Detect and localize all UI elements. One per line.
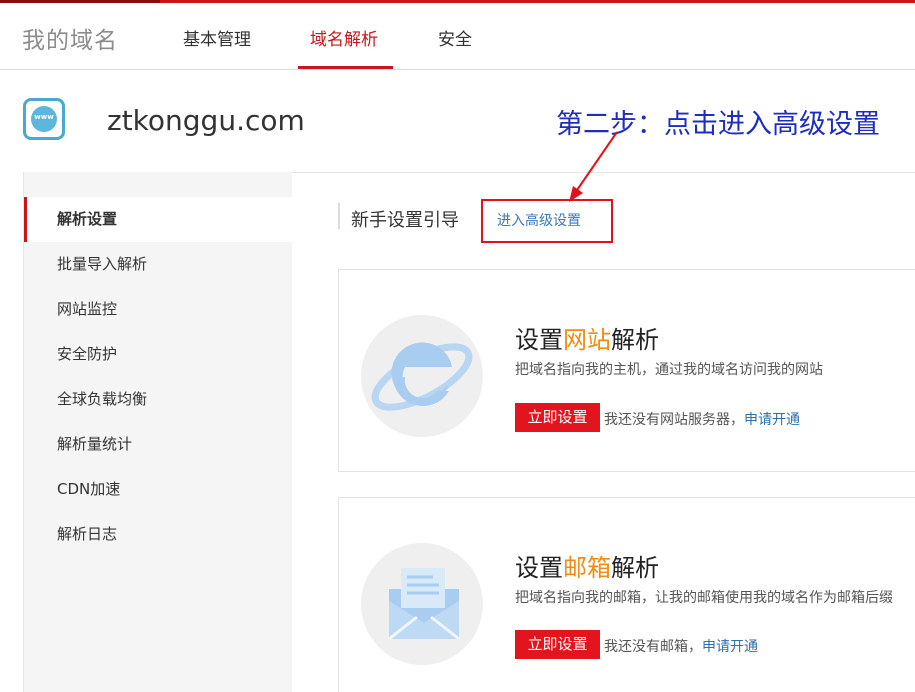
advanced-settings-link[interactable]: 进入高级设置	[497, 210, 581, 230]
title-highlight: 邮箱	[563, 554, 611, 582]
step-annotation: 第二步：点击进入高级设置	[556, 109, 880, 140]
tab-basic-management[interactable]: 基本管理	[183, 25, 251, 50]
guide-title: 新手设置引导	[351, 210, 459, 231]
setup-mail-button[interactable]: 立即设置	[515, 630, 600, 659]
guide-divider	[338, 203, 340, 229]
apply-mail-link[interactable]: 申请开通	[702, 639, 758, 655]
main-content: 新手设置引导 进入高级设置 设置网站解析 把域名指向我的主机，通过我的域名访问我…	[292, 172, 915, 692]
tab-dns-resolution[interactable]: 域名解析	[310, 25, 378, 50]
mail-card-description: 把域名指向我的邮箱，让我的邮箱使用我的域名作为邮箱后缀	[515, 590, 893, 606]
website-dns-card: 设置网站解析 把域名指向我的主机，通过我的域名访问我的网站 立即设置 我还没有网…	[338, 269, 915, 472]
sidebar-item-dns-log[interactable]: 解析日志	[24, 512, 293, 557]
website-card-description: 把域名指向我的主机，通过我的域名访问我的网站	[515, 362, 823, 378]
website-card-title: 设置网站解析	[515, 320, 659, 355]
brand-title: 我的域名	[22, 28, 118, 54]
website-card-note: 我还没有网站服务器，申请开通	[604, 409, 800, 429]
note-text: 我还没有邮箱，	[604, 639, 702, 655]
globe-label: www	[34, 113, 54, 121]
ie-browser-icon	[361, 315, 483, 437]
domain-row: www ztkonggu.com 第二步：点击进入高级设置	[0, 70, 915, 170]
sidebar-item-cdn[interactable]: CDN加速	[24, 467, 293, 512]
sidebar-item-site-monitor[interactable]: 网站监控	[24, 287, 293, 332]
mail-dns-card: 设置邮箱解析 把域名指向我的邮箱，让我的邮箱使用我的域名作为邮箱后缀 立即设置 …	[338, 497, 915, 692]
apply-server-link[interactable]: 申请开通	[744, 412, 800, 428]
active-tab-underline	[298, 66, 393, 69]
sidebar-item-security-protection[interactable]: 安全防护	[24, 332, 293, 377]
sidebar-item-batch-import[interactable]: 批量导入解析	[24, 242, 293, 287]
title-suffix: 解析	[611, 554, 659, 582]
title-highlight: 网站	[563, 326, 611, 354]
sidebar: 解析设置 批量导入解析 网站监控 安全防护 全球负载均衡 解析量统计 CDN加速…	[23, 172, 293, 692]
top-header: 我的域名 基本管理 域名解析 安全	[0, 3, 915, 70]
sidebar-item-dns-settings[interactable]: 解析设置	[24, 197, 293, 242]
mail-card-note: 我还没有邮箱，申请开通	[604, 636, 758, 656]
title-prefix: 设置	[515, 554, 563, 582]
tab-security[interactable]: 安全	[438, 25, 472, 50]
mail-envelope-icon	[361, 543, 483, 665]
sidebar-item-query-stats[interactable]: 解析量统计	[24, 422, 293, 467]
domain-name: ztkonggu.com	[107, 104, 305, 137]
title-prefix: 设置	[515, 326, 563, 354]
note-text: 我还没有网站服务器，	[604, 412, 744, 428]
www-globe-icon: www	[23, 98, 65, 140]
title-suffix: 解析	[611, 326, 659, 354]
sidebar-item-global-load-balance[interactable]: 全球负载均衡	[24, 377, 293, 422]
setup-website-button[interactable]: 立即设置	[515, 403, 600, 432]
globe-shape: www	[31, 106, 57, 132]
mail-card-title: 设置邮箱解析	[515, 548, 659, 583]
